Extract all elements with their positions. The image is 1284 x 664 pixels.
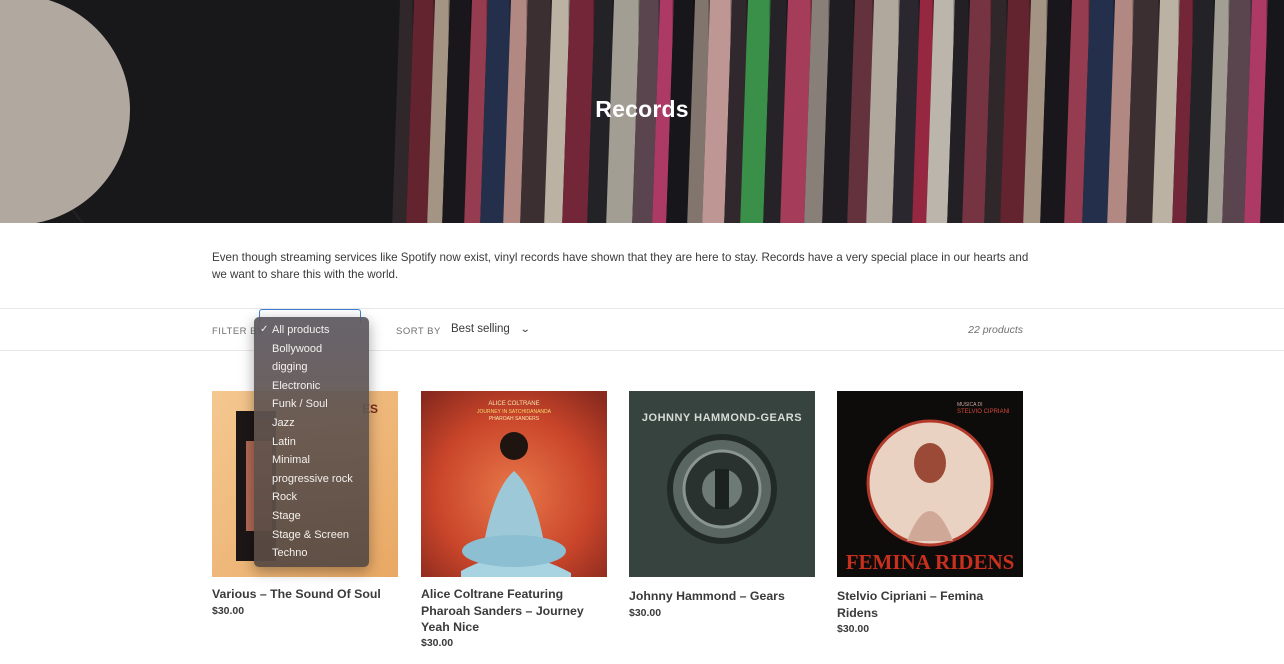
filter-option-label: Rock	[272, 491, 298, 504]
collection-title: Records	[595, 96, 689, 122]
filter-option[interactable]: Latin	[254, 433, 369, 452]
product-price: $30.00	[837, 623, 870, 635]
filter-option[interactable]: Jazz	[254, 414, 369, 433]
filter-option[interactable]: progressive rock	[254, 470, 369, 489]
filter-option[interactable]: Minimal	[254, 451, 369, 470]
product-price: $30.00	[629, 607, 662, 619]
product-title[interactable]: Alice Coltrane Featuring Pharoah Sanders…	[421, 586, 607, 636]
sort-select[interactable]: Best selling	[451, 323, 510, 335]
filter-option-label: Minimal	[272, 454, 310, 467]
filter-option[interactable]: Bollywood	[254, 340, 369, 359]
filter-option-label: Stage	[272, 509, 301, 522]
product-image[interactable]: JOHNNY HAMMOND-GEARS	[629, 391, 815, 577]
filter-option-label: digging	[272, 361, 308, 374]
filter-option-label: Techno	[272, 547, 308, 560]
check-icon: ✓	[260, 324, 269, 335]
filter-option[interactable]: Electronic	[254, 377, 369, 396]
cover-text: JOURNEY IN SATCHIDANANDA	[477, 409, 552, 415]
cover-text: ALICE COLTRANE	[488, 401, 539, 407]
filter-option-label: Bollywood	[272, 342, 323, 355]
filter-option[interactable]: Techno	[254, 544, 369, 563]
filter-option[interactable]: Stage & Screen	[254, 526, 369, 545]
collection-hero: Records	[0, 0, 1284, 223]
filter-option[interactable]: Rock	[254, 488, 369, 507]
cover-text: MUSICA DI	[957, 402, 983, 408]
filter-option[interactable]: Funk / Soul	[254, 395, 369, 414]
product-price: $30.00	[421, 637, 454, 649]
cover-text: PHAROAH SANDERS	[489, 416, 540, 422]
product-title[interactable]: Stelvio Cipriani – Femina Ridens	[837, 588, 1023, 621]
filter-option-label: Stage & Screen	[272, 528, 350, 541]
product-price: $30.00	[212, 605, 245, 617]
filter-option[interactable]: ✓ All products	[254, 321, 369, 340]
filter-option-label: progressive rock	[272, 472, 353, 485]
product-image[interactable]: ALICE COLTRANE JOURNEY IN SATCHIDANANDA …	[421, 391, 607, 577]
filter-option-label: Latin	[272, 435, 296, 448]
sort-label: Sort by	[396, 326, 441, 337]
filter-dropdown-menu: ✓ All products Bollywood digging Electronic F…	[254, 317, 369, 567]
cover-text: FEMINA RIDENS	[846, 550, 1015, 574]
collection-description: Even though streaming services like Spot…	[212, 251, 1029, 281]
product-count: 22 products	[968, 324, 1023, 336]
cover-text: STELVIO CIPRIANI	[957, 409, 1010, 415]
filter-option-label: Electronic	[272, 379, 321, 392]
filter-sort-bar: Filter by Sort by Best selling ⌄ 22 prod…	[0, 308, 1284, 351]
filter-option-label: All products	[272, 324, 330, 336]
chevron-down-icon[interactable]: ⌄	[520, 324, 531, 335]
filter-option[interactable]: digging	[254, 358, 369, 377]
filter-option[interactable]: Stage	[254, 507, 369, 526]
filter-option-label: Funk / Soul	[272, 398, 328, 411]
cover-text: JOHNNY HAMMOND-GEARS	[642, 412, 802, 424]
product-image[interactable]: MUSICA DI STELVIO CIPRIANI FEMINA RIDENS	[837, 391, 1023, 577]
product-title[interactable]: Johnny Hammond – Gears	[629, 588, 815, 605]
product-title[interactable]: Various – The Sound Of Soul	[212, 586, 398, 603]
filter-option-label: Jazz	[272, 416, 295, 429]
